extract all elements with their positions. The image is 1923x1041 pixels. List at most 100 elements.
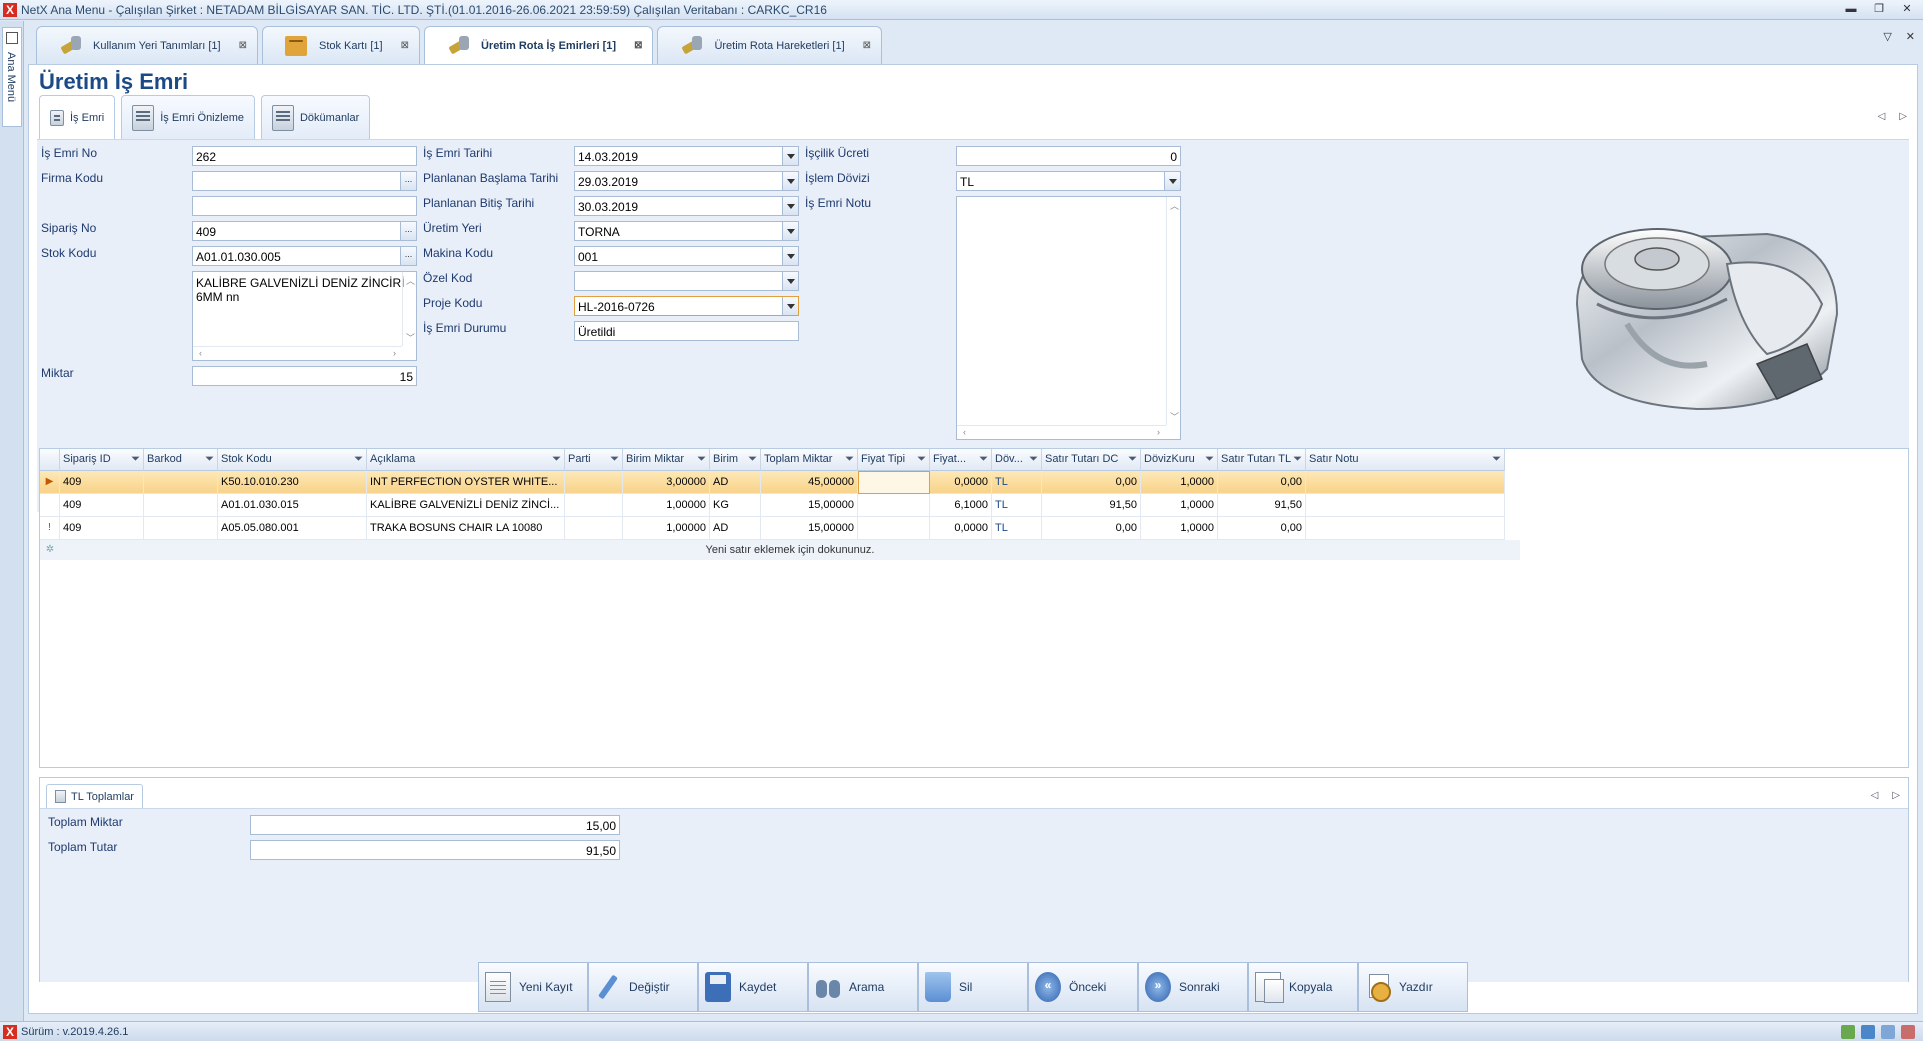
tab-close-icon[interactable]: ⊠ — [239, 40, 247, 51]
filter-icon[interactable]: ⏷ — [354, 454, 363, 465]
yeni-kayit-button[interactable]: Yeni Kayıt — [478, 962, 588, 1012]
is-emri-notu-memo[interactable]: ︿ ﹀ ‹ › — [956, 196, 1181, 440]
cell-satir-notu[interactable] — [1306, 494, 1505, 517]
chevron-down-icon[interactable] — [782, 172, 798, 190]
table-row[interactable]: 409 A01.01.030.015 KALİBRE GALVENİZLİ DE… — [40, 494, 1505, 517]
main-menu-tab[interactable]: Ana Menü — [2, 27, 22, 127]
firma-kodu-field[interactable]: ... — [192, 171, 417, 191]
cell-barkod[interactable] — [144, 494, 218, 517]
tab-close-icon[interactable]: ⊠ — [401, 40, 409, 51]
uretim-yeri-field[interactable]: TORNA — [574, 221, 799, 241]
pin-icon[interactable] — [6, 32, 18, 44]
tab-is-emri-onizleme[interactable]: İş Emri Önizleme — [121, 95, 255, 139]
cell-birim-miktar[interactable]: 1,00000 — [623, 517, 710, 540]
cell-satir-tutari-tl[interactable]: 91,50 — [1218, 494, 1306, 517]
cell-siparis-id[interactable]: 409 — [60, 494, 144, 517]
restore-icon[interactable]: ❐ — [1871, 2, 1887, 16]
tab-is-emri[interactable]: İş Emri — [39, 95, 116, 139]
cell-toplam-miktar[interactable]: 45,00000 — [761, 471, 858, 494]
planlanan-baslama-field[interactable]: 29.03.2019 — [574, 171, 799, 191]
filter-icon[interactable]: ⏷ — [552, 454, 561, 465]
column-header-fiyat[interactable]: Fiyat... ⏷ — [930, 449, 992, 471]
cell-fiyat-tipi[interactable] — [858, 494, 930, 517]
cell-aciklama[interactable]: TRAKA BOSUNS CHAIR LA 10080 — [367, 517, 565, 540]
sonraki-button[interactable]: » Sonraki — [1138, 962, 1248, 1012]
vertical-scrollbar[interactable]: ︿ ﹀ — [1166, 197, 1180, 425]
arama-button[interactable]: Arama — [808, 962, 918, 1012]
cell-fiyat-tipi[interactable] — [858, 517, 930, 540]
filter-icon[interactable]: ⏷ — [205, 454, 214, 465]
filter-icon[interactable]: ⏷ — [845, 454, 854, 465]
column-header-siparis-id[interactable]: Sipariş ID ⏷ — [60, 449, 144, 471]
onceki-button[interactable]: «Önceki — [1028, 962, 1138, 1012]
cell-satir-tutari-dc[interactable]: 0,00 — [1042, 517, 1141, 540]
kopyala-button[interactable]: Kopyala — [1248, 962, 1358, 1012]
vertical-scrollbar[interactable]: ︿ ﹀ — [402, 272, 416, 346]
chevron-down-icon[interactable] — [782, 297, 798, 315]
cell-stok-kodu[interactable]: A01.01.030.015 — [218, 494, 367, 517]
tab-list-dropdown-icon[interactable]: ▽ — [1883, 30, 1891, 43]
stok-kodu-field[interactable]: A01.01.030.005... — [192, 246, 417, 266]
cell-fiyat[interactable]: 0,0000 — [930, 517, 992, 540]
filter-icon[interactable]: ⏷ — [979, 454, 988, 465]
makina-kodu-field[interactable]: 001 — [574, 246, 799, 266]
column-header-barkod[interactable]: Barkod ⏷ — [144, 449, 218, 471]
column-header-parti[interactable]: Parti ⏷ — [565, 449, 623, 471]
filter-icon[interactable]: ⏷ — [917, 454, 926, 465]
column-header-birim[interactable]: Birim ⏷ — [710, 449, 761, 471]
tray-icon[interactable] — [1881, 1025, 1895, 1039]
chevron-down-icon[interactable] — [782, 247, 798, 265]
column-header-doviz[interactable]: Döv... ⏷ — [992, 449, 1042, 471]
cell-parti[interactable] — [565, 471, 623, 494]
new-row-prompt[interactable]: ✲ Yeni satır eklemek için dokununuz. — [40, 540, 1520, 560]
tray-icon[interactable] — [1861, 1025, 1875, 1039]
column-header-fiyat-tipi[interactable]: Fiyat Tipi ⏷ — [858, 449, 930, 471]
filter-icon[interactable]: ⏷ — [1293, 454, 1302, 465]
cell-parti[interactable] — [565, 494, 623, 517]
chevron-down-icon[interactable] — [782, 222, 798, 240]
tab-dokumanlar[interactable]: Dökümanlar — [260, 95, 371, 139]
cell-barkod[interactable] — [144, 517, 218, 540]
yazdir-button[interactable]: Yazdır — [1358, 962, 1468, 1012]
cell-barkod[interactable] — [144, 471, 218, 494]
column-header-satir-notu[interactable]: Satır Notu ⏷ — [1306, 449, 1505, 471]
tray-icon[interactable] — [1901, 1025, 1915, 1039]
is-emri-durumu-field[interactable]: Üretildi — [574, 321, 799, 341]
column-header-aciklama[interactable]: Açıklama ⏷ — [367, 449, 565, 471]
chevron-down-icon[interactable] — [1164, 172, 1180, 190]
filter-icon[interactable]: ⏷ — [131, 454, 140, 465]
column-header-birim-miktar[interactable]: Birim Miktar ⏷ — [623, 449, 710, 471]
horizontal-scrollbar[interactable]: ‹ › — [957, 425, 1166, 439]
islem-dovizi-field[interactable]: TL — [956, 171, 1181, 191]
stok-aciklama-memo[interactable]: KALİBRE GALVENİZLİ DENİZ ZİNCİRİ 6MM nn … — [192, 271, 417, 361]
filter-icon[interactable]: ⏷ — [1492, 454, 1501, 465]
cell-toplam-miktar[interactable]: 15,00000 — [761, 494, 858, 517]
cell-satir-notu[interactable] — [1306, 517, 1505, 540]
cell-doviz-kuru[interactable]: 1,0000 — [1141, 494, 1218, 517]
tab-kullanim-yeri[interactable]: Kullanım Yeri Tanımları [1] ⊠ — [36, 26, 258, 64]
tray-icon[interactable] — [1841, 1025, 1855, 1039]
column-header-satir-tutari-tl[interactable]: Satır Tutarı TL ⏷ — [1218, 449, 1306, 471]
miktar-field[interactable]: 15 — [192, 366, 417, 386]
filter-icon[interactable]: ⏷ — [1205, 454, 1214, 465]
cell-aciklama[interactable]: KALİBRE GALVENİZLİ DENİZ ZİNCİ... — [367, 494, 565, 517]
chevron-down-icon[interactable] — [782, 147, 798, 165]
filter-icon[interactable]: ⏷ — [1029, 454, 1038, 465]
iscilik-ucreti-field[interactable]: 0 — [956, 146, 1181, 166]
tab-stok-karti[interactable]: Stok Kartı [1] ⊠ — [261, 26, 420, 64]
is-emri-no-field[interactable]: 262 — [192, 146, 417, 166]
scroll-left-icon[interactable]: ◁ — [1878, 111, 1886, 122]
cell-doviz-kuru[interactable]: 1,0000 — [1141, 471, 1218, 494]
cell-fiyat-tipi[interactable] — [858, 471, 930, 494]
scroll-right-icon[interactable]: ▷ — [1899, 111, 1907, 122]
lookup-button[interactable]: ... — [400, 247, 416, 265]
tab-close-icon[interactable]: ⊠ — [634, 40, 642, 51]
tab-uretim-rota-hareketleri[interactable]: Üretim Rota Hareketleri [1] ⊠ — [657, 26, 883, 64]
degistir-button[interactable]: Değiştir — [588, 962, 698, 1012]
cell-birim[interactable]: KG — [710, 494, 761, 517]
cell-birim-miktar[interactable]: 1,00000 — [623, 494, 710, 517]
cell-satir-tutari-tl[interactable]: 0,00 — [1218, 471, 1306, 494]
cell-birim[interactable]: AD — [710, 471, 761, 494]
minimize-icon[interactable]: ▬ — [1843, 2, 1859, 16]
cell-toplam-miktar[interactable]: 15,00000 — [761, 517, 858, 540]
